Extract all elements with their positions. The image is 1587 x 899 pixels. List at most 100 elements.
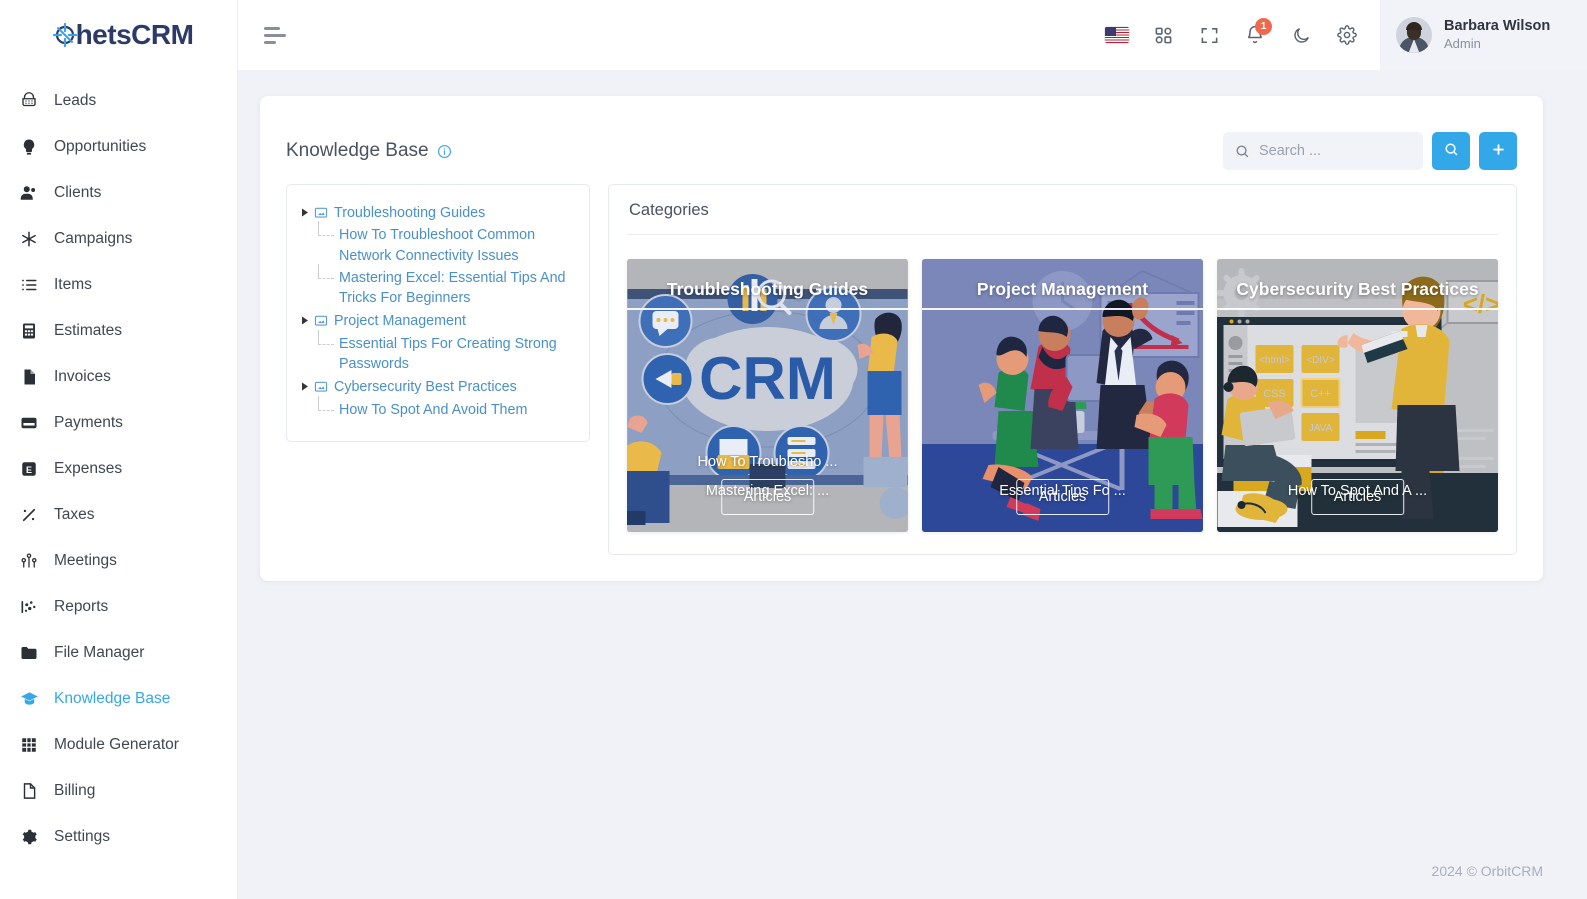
tree-children: How To Troubleshoot Common Network Conne… <box>299 221 577 310</box>
sidebar-item-invoices[interactable]: Invoices <box>0 354 237 400</box>
sidebar-item-knowledge-base[interactable]: Knowledge Base <box>0 676 237 722</box>
tree-children: Essential Tips For Creating Strong Passw… <box>299 329 577 376</box>
tree-elbow-icon <box>313 395 339 420</box>
sidebar-item-label: Campaigns <box>54 230 133 247</box>
info-circle-icon[interactable] <box>437 144 452 159</box>
sidebar-item-estimates[interactable]: Estimates <box>0 308 237 354</box>
tree-children: How To Spot And Avoid Them <box>299 395 577 421</box>
fullscreen-icon[interactable] <box>1186 12 1232 58</box>
caret-right-icon[interactable] <box>299 203 311 217</box>
tree-article-label[interactable]: Essential Tips For Creating Strong Passw… <box>339 334 577 375</box>
search-box[interactable] <box>1223 132 1423 170</box>
sidebar-item-items[interactable]: Items <box>0 262 237 308</box>
caret-right-icon[interactable] <box>299 311 311 325</box>
search-icon <box>1444 142 1459 160</box>
topbar-right: 1 Barbara Wilson Admin <box>1094 0 1587 70</box>
tree-article-row[interactable]: How To Troubleshoot Common Network Conne… <box>313 221 577 267</box>
language-selector[interactable] <box>1094 12 1140 58</box>
user-profile[interactable]: Barbara Wilson Admin <box>1380 0 1587 70</box>
sidebar-item-clients[interactable]: Clients <box>0 170 237 216</box>
meetings-icon <box>18 550 40 572</box>
tree-elbow-icon <box>313 329 339 354</box>
topbar-left <box>238 24 290 46</box>
tree-article-row[interactable]: How To Spot And Avoid Them <box>313 395 577 421</box>
category-tree: Troubleshooting Guides How To Troublesho… <box>299 201 577 421</box>
tree-category-row[interactable]: Cybersecurity Best Practices <box>299 375 577 398</box>
taxes-icon <box>18 504 40 526</box>
tree-elbow-icon <box>313 263 339 288</box>
sidebar-item-settings[interactable]: Settings <box>0 814 237 860</box>
search-input[interactable] <box>1259 143 1411 159</box>
svg-text:CRM: CRM <box>699 345 836 412</box>
tree-node: Project Management Essential Tips For Cr… <box>299 309 577 375</box>
tree-article-label[interactable]: How To Troubleshoot Common Network Conne… <box>339 225 577 266</box>
sidebar-item-label: Payments <box>54 414 123 431</box>
page-title: Knowledge Base <box>286 140 429 161</box>
sidebar-item-expenses[interactable]: E Expenses <box>0 446 237 492</box>
tree-article-row[interactable]: Mastering Excel: Essential Tips And Tric… <box>313 263 577 310</box>
tree-category-row[interactable]: Project Management <box>299 309 577 332</box>
sidebar-item-payments[interactable]: Payments <box>0 400 237 446</box>
user-role: Admin <box>1444 35 1481 51</box>
sidebar-item-billing[interactable]: Billing <box>0 768 237 814</box>
category-cards: CRM Troubleshooting Guides How To Troubl… <box>609 235 1516 532</box>
sidebar-item-label: File Manager <box>54 644 145 661</box>
moon-icon <box>1293 27 1309 43</box>
tree-elbow-icon <box>313 221 339 245</box>
gear-icon <box>1337 25 1357 45</box>
search-group <box>1223 132 1517 170</box>
category-card-troubleshooting-guides[interactable]: CRM Troubleshooting Guides How To Troubl… <box>627 259 908 532</box>
footer: 2024 © OrbitCRM <box>238 843 1587 899</box>
invoices-icon <box>18 366 40 388</box>
card-article-1[interactable]: How To Troublesho ... <box>627 454 908 470</box>
category-screen-icon <box>311 203 331 220</box>
file-manager-icon <box>18 642 40 664</box>
hamburger-menu-icon[interactable] <box>264 24 290 46</box>
tree-category-row[interactable]: Troubleshooting Guides <box>299 201 577 224</box>
tree-article-label[interactable]: How To Spot And Avoid Them <box>339 400 527 420</box>
reports-icon <box>18 596 40 618</box>
content-area: Knowledge Base Search ... Troubleshootin… <box>238 70 1587 843</box>
caret-right-icon[interactable] <box>299 377 311 391</box>
knowledge-base-icon <box>18 688 40 710</box>
sidebar-item-campaigns[interactable]: Campaigns <box>0 216 237 262</box>
categories-heading: Categories <box>629 201 709 219</box>
sidebar-item-leads[interactable]: Leads <box>0 78 237 124</box>
sidebar-item-module-generator[interactable]: Module Generator <box>0 722 237 768</box>
brand-logo[interactable]: hetsCRM <box>0 0 237 70</box>
sidebar-item-file-manager[interactable]: File Manager <box>0 630 237 676</box>
sidebar-item-meetings[interactable]: Meetings <box>0 538 237 584</box>
category-card-cybersecurity-best-practices[interactable]: </> <html> <DIV> CSS C++ JAVA Cybersecur… <box>1217 259 1498 532</box>
tree-article-label[interactable]: Mastering Excel: Essential Tips And Tric… <box>339 268 577 309</box>
add-article-button[interactable] <box>1479 132 1517 170</box>
sidebar-item-opportunities[interactable]: Opportunities <box>0 124 237 170</box>
tree-category-label[interactable]: Troubleshooting Guides <box>331 203 485 223</box>
settings-icon <box>18 826 40 848</box>
clients-icon <box>18 182 40 204</box>
tree-article-row[interactable]: Essential Tips For Creating Strong Passw… <box>313 329 577 376</box>
svg-text:<html>: <html> <box>1259 355 1290 366</box>
sidebar-item-taxes[interactable]: Taxes <box>0 492 237 538</box>
apps-grid-icon[interactable] <box>1140 12 1186 58</box>
sidebar-item-label: Reports <box>54 598 109 615</box>
items-icon <box>18 274 40 296</box>
campaigns-icon <box>18 228 40 250</box>
tree-category-label[interactable]: Cybersecurity Best Practices <box>331 377 517 397</box>
category-card-project-management[interactable]: Project Management Essential Tips Fo ...… <box>922 259 1203 532</box>
card-articles-button[interactable]: Articles <box>1015 479 1110 515</box>
card-articles-button[interactable]: Articles <box>720 479 815 515</box>
card-rule <box>922 308 1203 310</box>
tree-category-label[interactable]: Project Management <box>331 311 466 331</box>
sidebar-item-label: Leads <box>54 92 97 109</box>
sidebar-item-reports[interactable]: Reports <box>0 584 237 630</box>
notifications-button[interactable]: 1 <box>1232 12 1278 58</box>
brand-name: hetsCRM <box>75 19 194 50</box>
dark-mode-toggle[interactable] <box>1278 12 1324 58</box>
card-articles-button[interactable]: Articles <box>1310 479 1405 515</box>
search-submit-button[interactable] <box>1432 132 1470 170</box>
payments-icon <box>18 412 40 434</box>
sidebar-item-label: Meetings <box>54 552 117 569</box>
search-icon <box>1235 144 1250 159</box>
settings-button[interactable] <box>1324 12 1370 58</box>
svg-text:<DIV>: <DIV> <box>1306 355 1335 366</box>
